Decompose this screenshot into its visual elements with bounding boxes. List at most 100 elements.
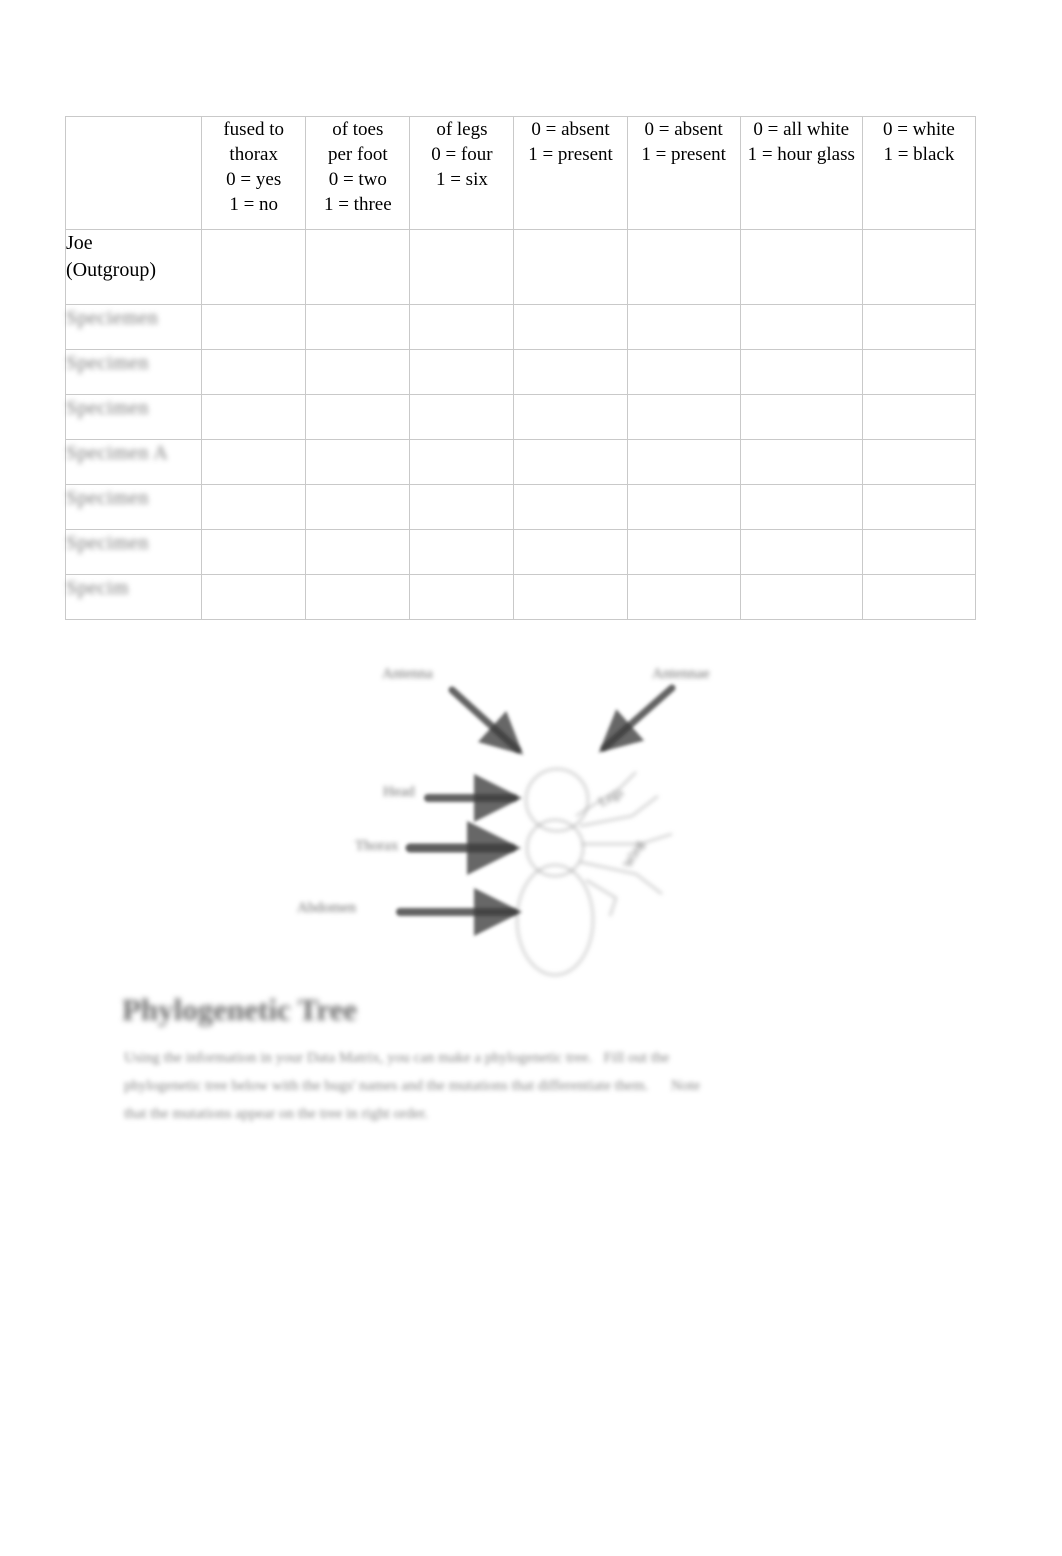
matrix-cell[interactable]	[201, 229, 307, 305]
matrix-cell[interactable]	[739, 439, 863, 485]
matrix-cell[interactable]	[201, 394, 307, 440]
column-header-color: 0 = white 1 = black	[861, 116, 977, 230]
table-row: Speciemen	[64, 304, 977, 350]
instruction-line-1: Using the information in your Data Matri…	[124, 1050, 670, 1066]
matrix-cell[interactable]	[305, 394, 411, 440]
matrix-header-row: fused to thorax 0 = yes 1 = no of toes p…	[64, 116, 977, 230]
matrix-cell[interactable]	[201, 484, 307, 530]
matrix-cell[interactable]	[513, 574, 628, 620]
row-label-specimen-6: Specimen	[64, 529, 203, 575]
matrix-cell[interactable]	[861, 229, 977, 305]
matrix-cell[interactable]	[861, 574, 977, 620]
col-head-line2: of toes	[332, 119, 384, 140]
diagram-label-thorax: Thorax	[355, 838, 399, 854]
row-label-redacted: Speciemen	[66, 307, 159, 329]
matrix-header: fused to thorax 0 = yes 1 = no of toes p…	[64, 116, 977, 230]
matrix-cell[interactable]	[201, 529, 307, 575]
row-label-specimen-5: Specimen	[64, 484, 203, 530]
matrix-cell[interactable]	[626, 574, 741, 620]
matrix-cell[interactable]	[409, 349, 515, 395]
matrix-cell[interactable]	[305, 529, 411, 575]
matrix-cell[interactable]	[626, 529, 741, 575]
leader-line-antenna	[448, 686, 524, 755]
matrix-cell[interactable]	[626, 349, 741, 395]
matrix-cell[interactable]	[626, 304, 741, 350]
insect-body-outline	[515, 767, 673, 977]
column-header-cephalothorax: fused to thorax 0 = yes 1 = no	[201, 116, 307, 230]
matrix-cell[interactable]	[626, 484, 741, 530]
matrix-cell[interactable]	[409, 229, 515, 305]
matrix-cell[interactable]	[739, 349, 863, 395]
matrix-cell[interactable]	[409, 439, 515, 485]
matrix-cell[interactable]	[861, 439, 977, 485]
table-row: Specimen	[64, 349, 977, 395]
matrix-cell[interactable]	[513, 529, 628, 575]
leader-lines-left	[396, 774, 522, 936]
matrix-table: fused to thorax 0 = yes 1 = no of toes p…	[64, 116, 977, 620]
matrix-cell[interactable]	[513, 484, 628, 530]
matrix-cell[interactable]	[305, 439, 411, 485]
matrix-cell[interactable]	[305, 484, 411, 530]
table-row: Specimen A	[64, 439, 977, 485]
matrix-cell[interactable]	[201, 349, 307, 395]
col-head-line4: 0 = all white	[753, 119, 850, 140]
leader-line-eyes	[598, 684, 676, 753]
column-header-antennae: 0 = absent 1 = present	[513, 116, 628, 230]
matrix-cell[interactable]	[739, 484, 863, 530]
col-head-line5: 1 = black	[883, 144, 955, 165]
matrix-cell[interactable]	[739, 394, 863, 440]
row-label-redacted: Specimen	[66, 397, 149, 419]
col-head-line3: thorax	[229, 144, 278, 165]
col-head-line4: 0 = two	[328, 169, 387, 190]
row-label-redacted: Specimen	[66, 487, 149, 509]
diagram-label-abdomen: Abdomen	[297, 900, 357, 916]
matrix-cell[interactable]	[739, 304, 863, 350]
matrix-cell[interactable]	[626, 394, 741, 440]
row-label-redacted: Specimen	[66, 532, 149, 554]
table-row: Specim	[64, 574, 977, 620]
matrix-cell[interactable]	[409, 574, 515, 620]
col-head-line5: 1 = hour glass	[747, 144, 855, 165]
table-row: Specimen	[64, 394, 977, 440]
matrix-cell[interactable]	[513, 349, 628, 395]
matrix-cell[interactable]	[861, 304, 977, 350]
matrix-cell[interactable]	[409, 304, 515, 350]
matrix-cell[interactable]	[409, 484, 515, 530]
matrix-cell[interactable]	[513, 304, 628, 350]
col-head-line5: 1 = six	[435, 169, 488, 190]
col-head-line5: 1 = no	[229, 194, 279, 215]
matrix-cell[interactable]	[626, 439, 741, 485]
matrix-cell[interactable]	[305, 574, 411, 620]
matrix-cell[interactable]	[305, 349, 411, 395]
matrix-cell[interactable]	[739, 229, 863, 305]
col-head-line5: 1 = present	[641, 144, 726, 165]
matrix-cell[interactable]	[409, 394, 515, 440]
matrix-cell[interactable]	[861, 349, 977, 395]
matrix-cell[interactable]	[626, 229, 741, 305]
matrix-cell[interactable]	[305, 304, 411, 350]
row-label-specimen-3: Specimen	[64, 394, 203, 440]
matrix-cell[interactable]	[861, 394, 977, 440]
col-head-line4: 0 = white	[882, 119, 955, 140]
instruction-line-2: phylogenetic tree below with the bugs' n…	[124, 1078, 701, 1094]
diagram-label-antenna: Antenna	[382, 666, 433, 682]
matrix-cell[interactable]	[513, 229, 628, 305]
matrix-cell[interactable]	[305, 229, 411, 305]
row-label-specimen-2: Specimen	[64, 349, 203, 395]
matrix-cell[interactable]	[201, 574, 307, 620]
row-label-line1: Joe	[66, 232, 93, 254]
row-label-joe-outgroup: Joe (Outgroup)	[64, 229, 203, 305]
insect-anatomy-diagram: Antenna Antennae Head Thorax Abdomen Leg…	[280, 648, 800, 998]
matrix-cell[interactable]	[861, 529, 977, 575]
matrix-cell[interactable]	[739, 574, 863, 620]
matrix-cell[interactable]	[201, 304, 307, 350]
matrix-cell[interactable]	[861, 484, 977, 530]
matrix-cell[interactable]	[513, 394, 628, 440]
col-head-line3: per foot	[327, 144, 388, 165]
matrix-cell[interactable]	[201, 439, 307, 485]
matrix-cell[interactable]	[739, 529, 863, 575]
col-head-line3: of legs	[436, 119, 488, 140]
column-header-wings: 0 = absent 1 = present	[626, 116, 741, 230]
matrix-cell[interactable]	[409, 529, 515, 575]
matrix-cell[interactable]	[513, 439, 628, 485]
